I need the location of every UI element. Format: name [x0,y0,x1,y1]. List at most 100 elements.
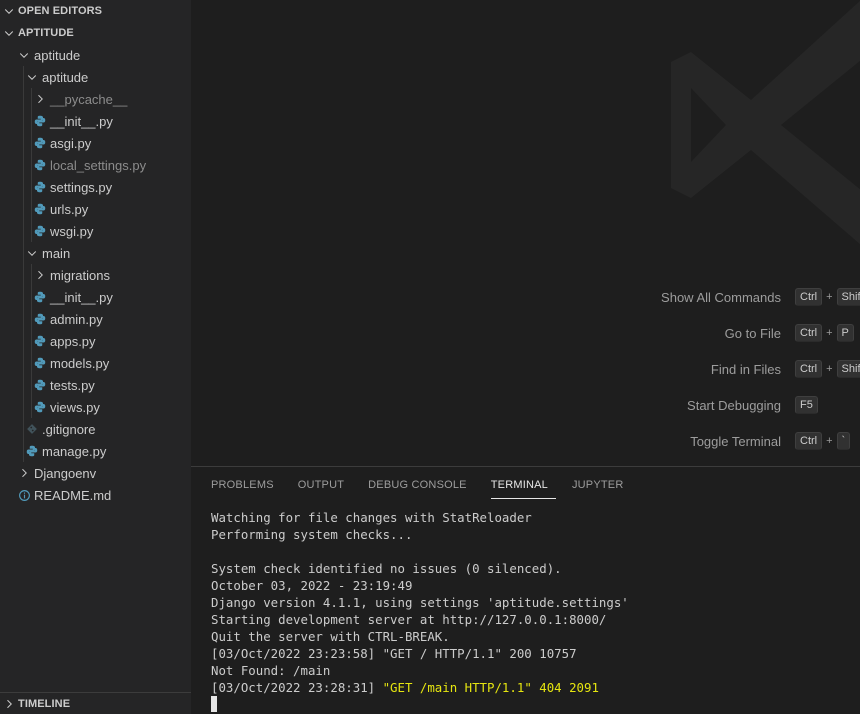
terminal-line-text: Django version 4.1.1, using settings 'ap… [211,595,629,610]
bottom-panel: PROBLEMS OUTPUT DEBUG CONSOLE TERMINAL JUPYT… [191,466,860,714]
chevron-down-icon [0,27,18,39]
panel-tabs: PROBLEMS OUTPUT DEBUG CONSOLE TERMINAL JUPYT… [191,467,635,503]
indent-guide [31,220,32,242]
indent-guide [31,396,32,418]
shortcut-hint: Go to File Ctrl + P [191,322,854,344]
key-cap: F5 [795,396,818,414]
indent-guide [23,110,24,132]
indent-guide [31,352,32,374]
keybinding: Ctrl + ` [795,432,851,450]
key-separator: + [826,327,833,339]
tree-item-label: aptitude [42,69,89,85]
indent-guide [31,132,32,154]
tab-debug-console[interactable]: DEBUG CONSOLE [356,467,479,503]
key-separator: + [826,363,833,375]
key-cap: Ctrl [795,432,823,450]
tree-item[interactable]: Djangoenv [0,462,191,484]
tree-item[interactable]: asgi.py [0,132,191,154]
tree-item-label: local_settings.py [50,157,147,173]
python-file-icon [32,201,48,217]
tree-item[interactable]: __init__.py [0,110,191,132]
tree-item-label: aptitude [34,47,81,63]
python-file-icon [32,377,48,393]
tree-item[interactable]: migrations [0,264,191,286]
explorer-sidebar: OPEN EDITORS APTITUDE aptitude aptitude __… [0,0,191,714]
tree-item-label: apps.py [50,333,96,349]
tree-item-label: main [42,245,71,261]
tree-item[interactable]: main [0,242,191,264]
terminal-line: [03/Oct/2022 23:28:31] "GET /main HTTP/1… [211,679,629,696]
indent-guide [23,440,24,462]
indent-guide [31,198,32,220]
terminal-line [211,543,629,560]
tree-item[interactable]: aptitude [0,66,191,88]
shortcut-label: Find in Files [710,361,781,377]
terminal-line: Starting development server at http://12… [211,611,629,628]
shortcut-hint: Toggle Terminal Ctrl + ` [191,430,851,452]
editor-area: Show All Commands Ctrl + Shif Go to File Ctrl… [191,0,860,466]
tree-item-label: asgi.py [50,135,92,151]
timeline-header[interactable]: TIMELINE [0,692,191,714]
tab-jupyter[interactable]: JUPYTER [560,467,636,503]
chevron-right-icon [16,465,32,481]
terminal-line: Not Found: /main [211,662,629,679]
indent-guide [23,286,24,308]
indent-guide [23,242,24,264]
tree-item-label: tests.py [50,377,95,393]
open-editors-label: OPEN EDITORS [18,5,103,17]
shortcut-label: Toggle Terminal [690,433,781,449]
project-header[interactable]: APTITUDE [0,22,191,44]
tree-item[interactable]: apps.py [0,330,191,352]
terminal-line-text: Quit the server with CTRL-BREAK. [211,629,450,644]
tree-item[interactable]: manage.py [0,440,191,462]
tree-item-label: views.py [50,399,100,415]
indent-guide [23,396,24,418]
terminal-output[interactable]: Watching for file changes with StatReloa… [211,509,629,713]
terminal-line: Quit the server with CTRL-BREAK. [211,628,629,645]
tree-item-label: Djangoenv [34,465,97,481]
tree-item[interactable]: README.md [0,484,191,506]
indent-guide [23,132,24,154]
tab-output[interactable]: OUTPUT [286,467,356,503]
timeline-label: TIMELINE [18,697,71,710]
python-file-icon [32,311,48,327]
tree-item-label: models.py [50,355,110,371]
tree-item[interactable]: urls.py [0,198,191,220]
tree-item-label: __init__.py [50,113,113,129]
terminal-line-text: October 03, 2022 - 23:19:49 [211,578,413,593]
key-cap: P [836,324,854,342]
chevron-down-icon [16,47,32,63]
terminal-line: October 03, 2022 - 23:19:49 [211,577,629,594]
tree-item[interactable]: tests.py [0,374,191,396]
key-cap: Ctrl [795,360,823,378]
tree-item[interactable]: .gitignore [0,418,191,440]
keybinding: Ctrl + Shif [795,288,860,306]
file-tree: aptitude aptitude __pycache__ __init__.py as… [0,44,191,506]
tree-item-label: admin.py [50,311,103,327]
tree-item[interactable]: __pycache__ [0,88,191,110]
tree-item[interactable]: views.py [0,396,191,418]
indent-guide [23,220,24,242]
tree-item[interactable]: wsgi.py [0,220,191,242]
tree-item[interactable]: settings.py [0,176,191,198]
tree-item[interactable]: admin.py [0,308,191,330]
python-file-icon [32,223,48,239]
tab-terminal[interactable]: TERMINAL [479,467,560,503]
python-file-icon [32,289,48,305]
indent-guide [23,264,24,286]
tree-item[interactable]: aptitude [0,44,191,66]
open-editors-header[interactable]: OPEN EDITORS [0,0,191,22]
tree-item[interactable]: models.py [0,352,191,374]
python-file-icon [32,135,48,151]
tree-item-label: urls.py [50,201,89,217]
tree-item[interactable]: __init__.py [0,286,191,308]
key-cap: ` [836,432,851,450]
indent-guide [23,374,24,396]
tab-problems[interactable]: PROBLEMS [191,467,286,503]
python-file-icon [24,443,40,459]
python-file-icon [32,113,48,129]
info-icon [16,487,32,503]
tree-item-label: .gitignore [42,421,96,437]
indent-guide [23,88,24,110]
tree-item[interactable]: local_settings.py [0,154,191,176]
